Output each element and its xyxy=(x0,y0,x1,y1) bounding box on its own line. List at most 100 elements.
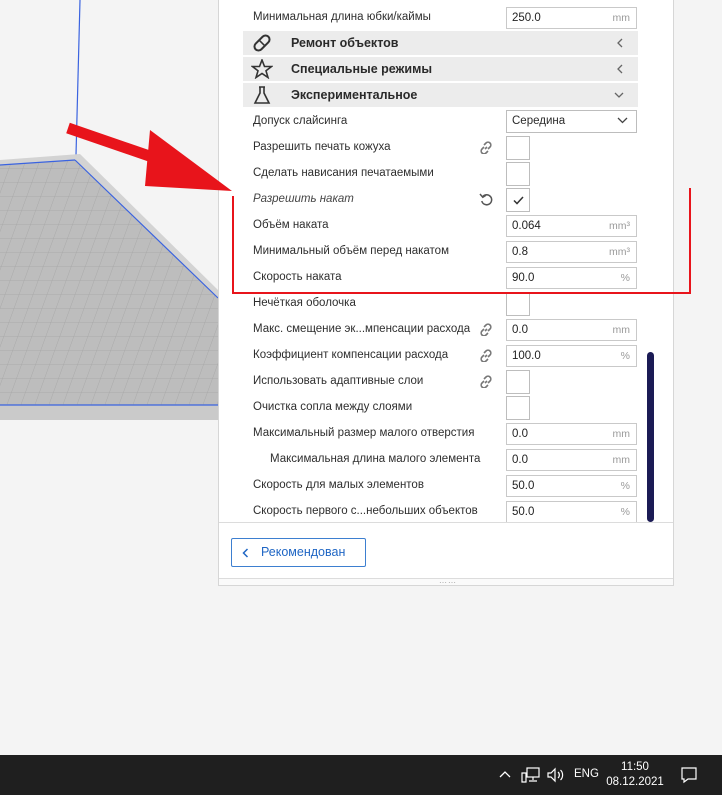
small-feature-max-length-input[interactable]: 0.0 mm xyxy=(506,449,637,471)
field-unit: mm³ xyxy=(609,220,630,232)
link-icon[interactable] xyxy=(478,348,494,362)
setting-label: Скорость первого с...небольших объектов xyxy=(253,505,478,517)
field-unit: mm xyxy=(612,428,631,440)
field-unit: % xyxy=(620,480,630,492)
field-unit: mm xyxy=(612,12,631,24)
field-value: 0.8 xyxy=(512,246,528,258)
select-value: Середина xyxy=(512,115,566,127)
adaptive-layers-checkbox[interactable] xyxy=(506,370,530,394)
field-unit: mm xyxy=(612,324,631,336)
taskbar: ENG 11:50 08.12.2021 xyxy=(0,755,722,795)
setting-label: Сделать нависания печатаемыми xyxy=(253,167,434,179)
setting-coasting-speed: Скорость наката 90.0 % xyxy=(219,264,673,290)
field-unit: % xyxy=(620,506,630,518)
field-unit: % xyxy=(620,350,630,362)
link-icon[interactable] xyxy=(478,140,494,154)
chevron-left-icon xyxy=(242,548,249,558)
setting-label: Минимальный объём перед накатом xyxy=(253,245,449,257)
volume-icon[interactable] xyxy=(546,767,566,783)
field-unit: % xyxy=(620,272,630,284)
setting-label: Коэффициент компенсации расхода xyxy=(253,349,449,361)
clock-time: 11:50 xyxy=(621,761,649,773)
clock-date: 08.12.2021 xyxy=(606,776,664,788)
setting-clean-between-layers: Очистка сопла между слоями xyxy=(219,394,673,420)
setting-label: Объём наката xyxy=(253,219,329,231)
coasting-speed-input[interactable]: 90.0 % xyxy=(506,267,637,289)
field-unit: mm³ xyxy=(609,246,630,258)
setting-label: Нечёткая оболочка xyxy=(253,297,356,309)
setting-slicing-tolerance: Допуск слайсинга Середина xyxy=(219,108,673,134)
flow-comp-factor-input[interactable]: 100.0 % xyxy=(506,345,637,367)
link-icon[interactable] xyxy=(478,322,494,336)
category-mesh-fix[interactable]: Ремонт объектов xyxy=(243,31,638,55)
field-value: 0.0 xyxy=(512,454,528,466)
grip-icon: ⋯⋯ xyxy=(439,578,457,587)
category-experimental[interactable]: Экспериментальное xyxy=(243,83,638,107)
setting-skirt-min-length: Минимальная длина юбки/каймы 250.0 mm xyxy=(219,4,673,30)
field-value: 90.0 xyxy=(512,272,535,284)
field-value: 50.0 xyxy=(512,480,535,492)
setting-label: Очистка сопла между слоями xyxy=(253,401,413,413)
setting-overhang-printable: Сделать нависания печатаемыми xyxy=(219,160,673,186)
slicing-tolerance-select[interactable]: Середина xyxy=(506,110,637,133)
setting-label: Допуск слайсинга xyxy=(253,115,348,127)
link-icon[interactable] xyxy=(478,374,494,388)
setting-label: Скорость для малых элементов xyxy=(253,479,424,491)
coasting-min-volume-input[interactable]: 0.8 mm³ xyxy=(506,241,637,263)
field-value: 0.0 xyxy=(512,324,528,336)
network-icon[interactable] xyxy=(521,767,541,783)
language-indicator[interactable]: ENG xyxy=(574,768,599,780)
setting-label: Макс. смещение эк...мпенсации расхода xyxy=(253,323,471,335)
coasting-volume-input[interactable]: 0.064 mm³ xyxy=(506,215,637,237)
small-feature-speed-input[interactable]: 50.0 % xyxy=(506,475,637,497)
support-skin-checkbox[interactable] xyxy=(506,136,530,160)
setting-flow-comp-factor: Коэффициент компенсации расхода 100.0 % xyxy=(219,342,673,368)
setting-fuzzy-skin: Нечёткая оболочка xyxy=(219,290,673,316)
recommended-label: Рекомендован xyxy=(261,545,346,559)
recommended-mode-button[interactable]: Рекомендован xyxy=(231,538,366,567)
setting-label: Минимальная длина юбки/каймы xyxy=(253,11,431,23)
setting-label: Использовать адаптивные слои xyxy=(253,375,424,387)
clean-between-layers-checkbox[interactable] xyxy=(506,396,530,420)
setting-label: Максимальная длина малого элемента xyxy=(270,453,481,465)
chevron-left-icon xyxy=(617,38,623,48)
setting-small-hole-max: Максимальный размер малого отверстия 0.0… xyxy=(219,420,673,446)
setting-coasting-enable: Разрешить накат xyxy=(219,186,673,212)
setting-label: Максимальный размер малого отверстия xyxy=(253,427,475,439)
setting-label: Скорость наката xyxy=(253,271,342,283)
fuzzy-skin-checkbox[interactable] xyxy=(506,292,530,316)
reset-icon[interactable] xyxy=(478,191,494,207)
setting-label: Разрешить печать кожуха xyxy=(253,141,391,153)
setting-small-feature-speed: Скорость для малых элементов 50.0 % xyxy=(219,472,673,498)
overhang-printable-checkbox[interactable] xyxy=(506,162,530,186)
small-hole-max-input[interactable]: 0.0 mm xyxy=(506,423,637,445)
setting-flow-comp-max-offset: Макс. смещение эк...мпенсации расхода 0.… xyxy=(219,316,673,342)
small-feature-first-layer-speed-input[interactable]: 50.0 % xyxy=(506,501,637,523)
field-unit: mm xyxy=(612,454,631,466)
field-value: 0.064 xyxy=(512,220,541,232)
system-clock[interactable]: 11:50 08.12.2021 xyxy=(606,760,664,790)
setting-support-skin: Разрешить печать кожуха xyxy=(219,134,673,160)
setting-small-feature-first-layer-speed: Скорость первого с...небольших объектов … xyxy=(219,498,673,524)
panel-resize-handle[interactable]: ⋯⋯ xyxy=(219,578,673,587)
category-special-modes[interactable]: Специальные режимы xyxy=(243,57,638,81)
chevron-down-icon xyxy=(617,117,628,124)
divider xyxy=(219,522,673,523)
category-label: Ремонт объектов xyxy=(291,36,399,50)
bandage-icon xyxy=(253,34,271,52)
skirt-min-length-input[interactable]: 250.0 mm xyxy=(506,7,637,29)
field-value: 0.0 xyxy=(512,428,528,440)
chevron-down-icon xyxy=(614,92,624,98)
settings-scrollbar[interactable] xyxy=(647,352,654,522)
chevron-up-icon[interactable] xyxy=(498,769,512,779)
notifications-icon[interactable] xyxy=(680,766,698,784)
category-label: Экспериментальное xyxy=(291,88,418,102)
checkmark-icon xyxy=(513,196,524,205)
field-value: 50.0 xyxy=(512,506,535,518)
setting-small-feature-max-length: Максимальная длина малого элемента 0.0 m… xyxy=(219,446,673,472)
field-value: 250.0 xyxy=(512,12,541,24)
print-settings-panel: Минимальная длина юбки/каймы 250.0 mm Ре… xyxy=(218,0,674,587)
flow-comp-max-offset-input[interactable]: 0.0 mm xyxy=(506,319,637,341)
flask-icon xyxy=(253,86,271,104)
coasting-enable-checkbox[interactable] xyxy=(506,188,530,212)
